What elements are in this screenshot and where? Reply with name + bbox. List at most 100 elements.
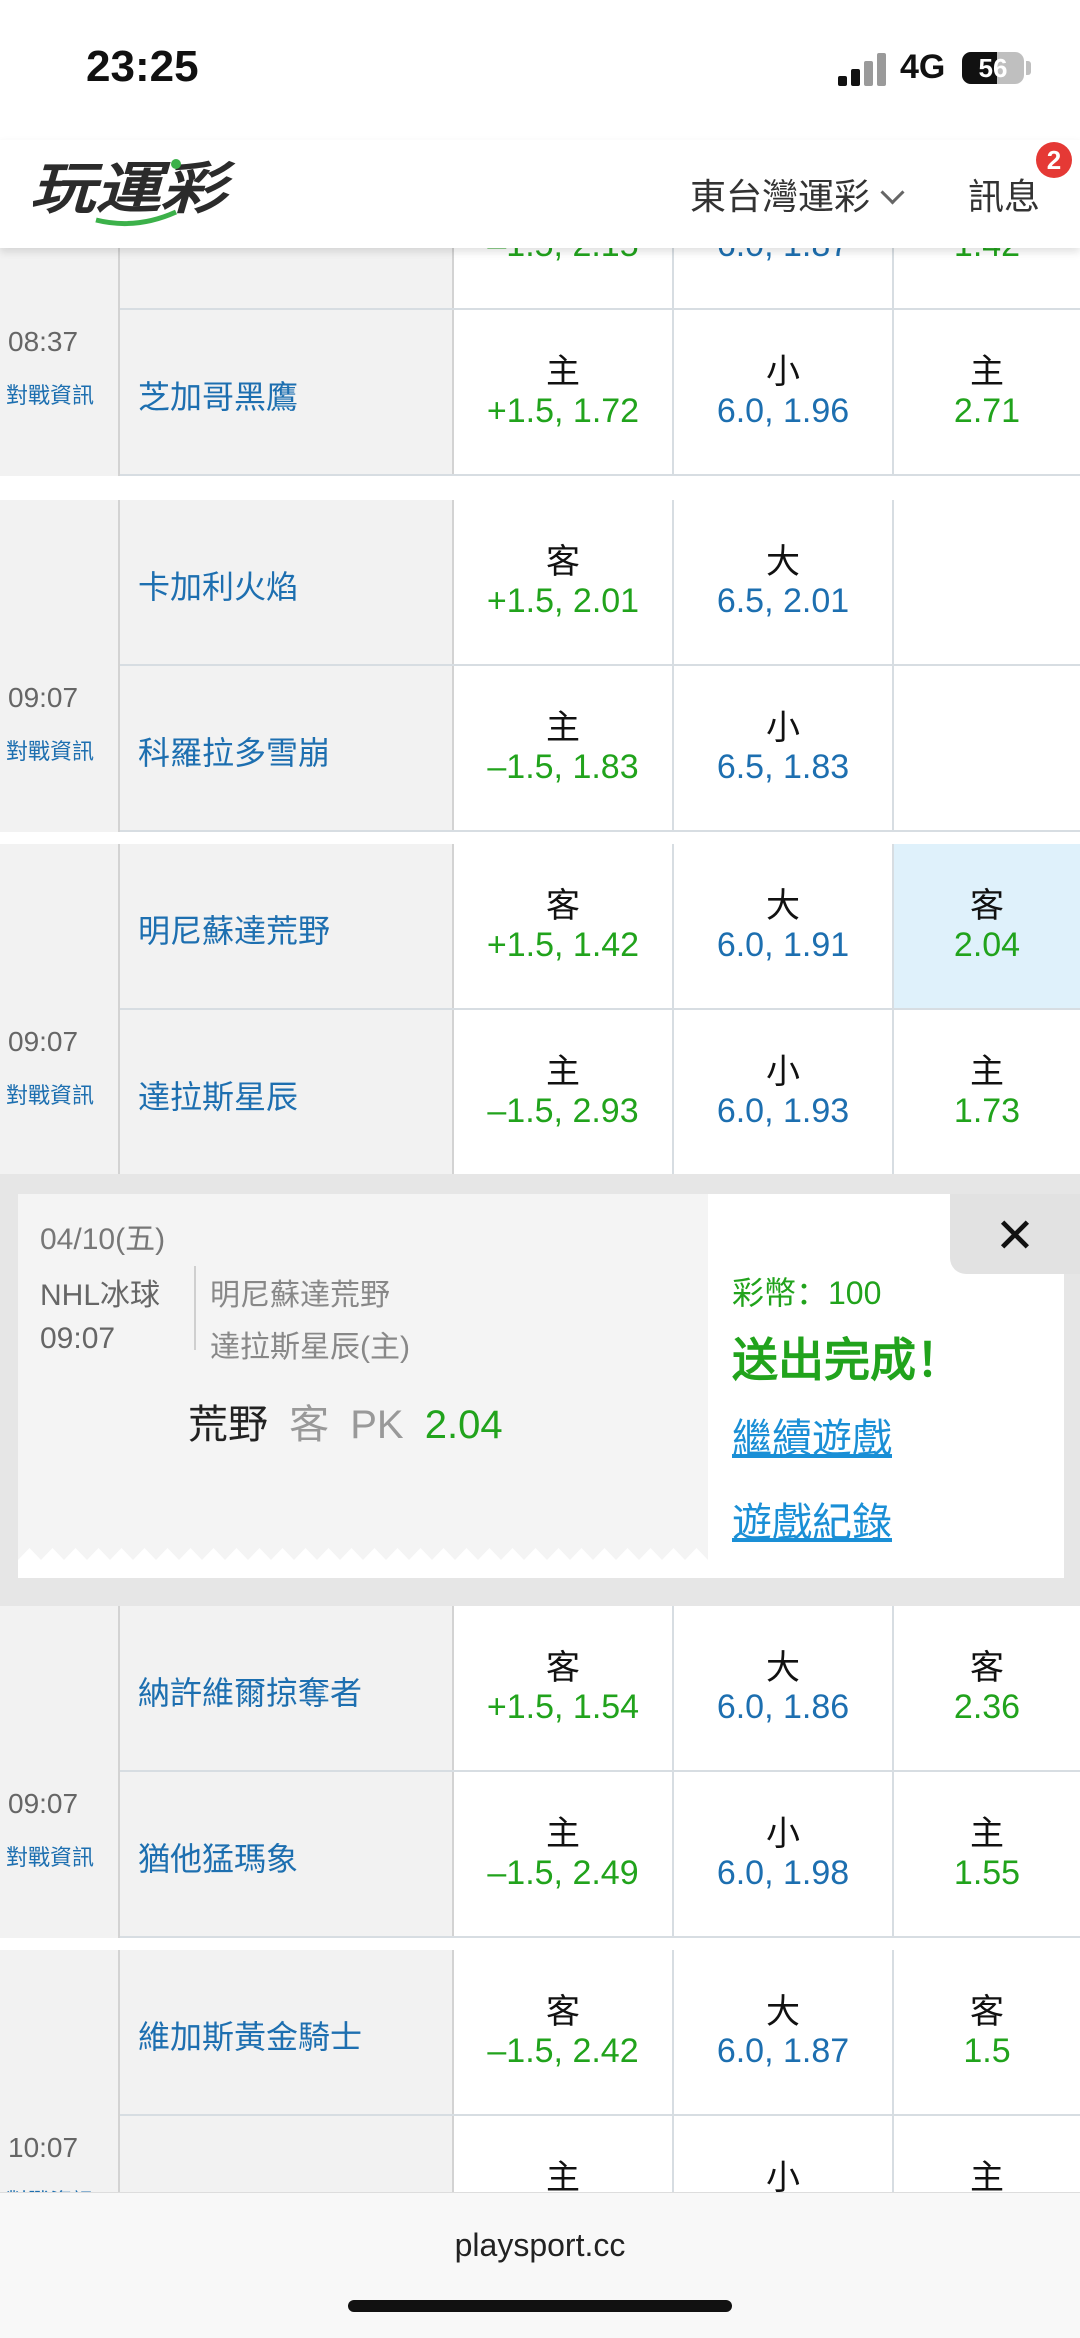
- battery-icon: 56: [962, 52, 1024, 84]
- moneyline-odds-cell[interactable]: 主: [894, 2116, 1080, 2192]
- messages-button[interactable]: 訊息: [968, 168, 1040, 220]
- browser-url-bar[interactable]: playsport.cc: [0, 2192, 1080, 2338]
- moneyline-side: 主: [970, 1815, 1004, 1853]
- region-label: 東台灣運彩: [690, 176, 871, 217]
- handicap-odds-cell[interactable]: 客 +1.5, 1.54: [454, 1606, 672, 1770]
- moneyline-side: 主: [970, 1053, 1004, 1091]
- moneyline-side: 主: [970, 353, 1004, 391]
- total-side: 大: [766, 543, 800, 581]
- moneyline-odds-cell[interactable]: 主 1.73: [894, 1010, 1080, 1174]
- total-value: 6.0, 1.98: [716, 1854, 850, 1892]
- matchup-info-link[interactable]: 對戰資訊: [6, 2184, 94, 2192]
- total-odds-cell[interactable]: 小 6.5, 1.83: [674, 666, 892, 830]
- ticket-time: 09:07: [40, 1322, 116, 1355]
- moneyline-odds-cell[interactable]: 客 2.36: [894, 1606, 1080, 1770]
- ticket-date: 04/10(五): [40, 1223, 166, 1256]
- team-cell: 猶他猛瑪象: [120, 1772, 454, 1936]
- battery-tip: [1026, 61, 1031, 75]
- team-row: 猶他猛瑪象 主 –1.5, 2.49 小 6.0, 1.98 主 1.55: [120, 1772, 1080, 1936]
- handicap-side: 客: [546, 543, 580, 581]
- moneyline-odds-cell[interactable]: [894, 666, 1080, 830]
- team-row: 明尼蘇達荒野客 +1.5, 1.42 大 6.0, 1.91 客 2.04: [120, 844, 1080, 1008]
- handicap-odds-cell[interactable]: 客 +1.5, 1.42: [454, 844, 672, 1008]
- team-name[interactable]: 卡加利火焰: [138, 562, 298, 608]
- team-name[interactable]: 芝加哥黑鷹: [138, 372, 298, 418]
- team-row: 卡加利火焰 客 +1.5, 2.01 大 6.5, 2.01: [120, 500, 1080, 664]
- pick-type: PK: [350, 1403, 404, 1447]
- team-name[interactable]: 達拉斯星辰: [138, 1072, 298, 1118]
- total-odds-cell[interactable]: 大 6.5, 2.01: [674, 500, 892, 664]
- handicap-value: –1.5, 2.42: [487, 2032, 639, 2070]
- moneyline-odds-cell[interactable]: 客 2.04: [894, 844, 1080, 1008]
- ticket-away-team: 明尼蘇達荒野: [210, 1279, 390, 1312]
- handicap-odds-cell[interactable]: 主 –1.5, 2.49: [454, 1772, 672, 1936]
- handicap-odds-cell[interactable]: 主 –1.5, 2.93: [454, 1010, 672, 1174]
- total-odds-cell[interactable]: 大 6.0, 1.87: [674, 1950, 892, 2114]
- moneyline-side: 主: [970, 2159, 1004, 2192]
- total-value: 6.0, 1.96: [716, 392, 850, 430]
- moneyline-odds-cell[interactable]: 主 2.71: [894, 310, 1080, 474]
- region-selector[interactable]: 東台灣運彩: [690, 168, 905, 220]
- handicap-side: 客: [546, 1649, 580, 1687]
- handicap-odds-cell[interactable]: –1.5, 2.15: [454, 248, 672, 308]
- moneyline-side: 客: [970, 1649, 1004, 1687]
- total-odds-cell[interactable]: 小 6.0, 1.98: [674, 1772, 892, 1936]
- moneyline-value: 1.5: [963, 2032, 1011, 2070]
- ticket-home-team: 達拉斯星辰(主): [210, 1331, 410, 1364]
- team-cell: 明尼蘇達荒野: [120, 844, 454, 1008]
- handicap-odds-cell[interactable]: 主: [454, 2116, 672, 2192]
- team-name[interactable]: 猶他猛瑪象: [138, 1834, 298, 1880]
- continue-game-link[interactable]: 繼續遊戲: [732, 1406, 892, 1464]
- total-odds-cell[interactable]: 大 6.0, 1.86: [674, 1606, 892, 1770]
- game-time-column: 08:37 對戰資訊: [0, 248, 120, 476]
- team-name[interactable]: 維加斯黃金騎士: [138, 2012, 362, 2058]
- matchup-info-link[interactable]: 對戰資訊: [6, 1840, 94, 1872]
- handicap-odds-cell[interactable]: 主 +1.5, 1.72: [454, 310, 672, 474]
- moneyline-odds-cell[interactable]: 客 1.5: [894, 1950, 1080, 2114]
- total-odds-cell[interactable]: 小 6.0, 1.93: [674, 1010, 892, 1174]
- total-side: 小: [766, 2159, 800, 2192]
- moneyline-value: 2.04: [953, 926, 1021, 964]
- moneyline-value: 2.36: [953, 1688, 1021, 1726]
- moneyline-side: 客: [970, 887, 1004, 925]
- moneyline-odds-cell[interactable]: 主 1.55: [894, 1772, 1080, 1936]
- team-name[interactable]: 納許維爾掠奪者: [138, 1668, 362, 1714]
- moneyline-odds-cell[interactable]: 1.42: [894, 248, 1080, 308]
- total-side: 大: [766, 887, 800, 925]
- total-value: 6.5, 1.83: [716, 748, 850, 786]
- team-row: 納許維爾掠奪者客 +1.5, 1.54 大 6.0, 1.86 客 2.36: [120, 1606, 1080, 1770]
- handicap-value: –1.5, 2.15: [454, 248, 672, 265]
- playsport-logo[interactable]: 玩運彩: [26, 150, 236, 230]
- handicap-odds-cell[interactable]: 客 +1.5, 2.01: [454, 500, 672, 664]
- game-time: 09:07: [8, 682, 79, 713]
- close-button[interactable]: ✕: [950, 1194, 1080, 1274]
- team-name[interactable]: 明尼蘇達荒野: [138, 906, 330, 952]
- handicap-odds-cell[interactable]: 客 –1.5, 2.42: [454, 1950, 672, 2114]
- game-time-column: 09:07 對戰資訊: [0, 1606, 120, 1938]
- total-odds-cell[interactable]: 小: [674, 2116, 892, 2192]
- total-odds-cell[interactable]: 6.0, 1.87: [674, 248, 892, 308]
- game-time-column: 09:07 對戰資訊: [0, 500, 120, 832]
- total-side: 大: [766, 1993, 800, 2031]
- total-odds-cell[interactable]: 小 6.0, 1.96: [674, 310, 892, 474]
- home-indicator[interactable]: [348, 2300, 732, 2312]
- matchup-info-link[interactable]: 對戰資訊: [6, 1078, 94, 1110]
- messages-count-badge: 2: [1036, 142, 1072, 178]
- team-name[interactable]: 科羅拉多雪崩: [138, 728, 330, 774]
- ticket-torn-edge: [18, 1548, 708, 1578]
- moneyline-odds-cell[interactable]: [894, 500, 1080, 664]
- game-time: 08:37: [8, 326, 79, 357]
- total-side: 小: [766, 1053, 800, 1091]
- status-time: 23:25: [86, 42, 199, 91]
- url-text: playsport.cc: [454, 2227, 626, 2263]
- team-cell: 科羅拉多雪崩: [120, 666, 454, 830]
- matchup-info-link[interactable]: 對戰資訊: [6, 734, 94, 766]
- total-odds-cell[interactable]: 大 6.0, 1.91: [674, 844, 892, 1008]
- team-cell: 維加斯黃金騎士: [120, 1950, 454, 2114]
- handicap-odds-cell[interactable]: 主 –1.5, 1.83: [454, 666, 672, 830]
- matchup-info-link[interactable]: 對戰資訊: [6, 378, 94, 410]
- game-history-link[interactable]: 遊戲紀錄: [732, 1490, 892, 1548]
- team-cell: [120, 248, 454, 308]
- signal-icon: [838, 52, 888, 86]
- team-cell: 達拉斯星辰: [120, 1010, 454, 1174]
